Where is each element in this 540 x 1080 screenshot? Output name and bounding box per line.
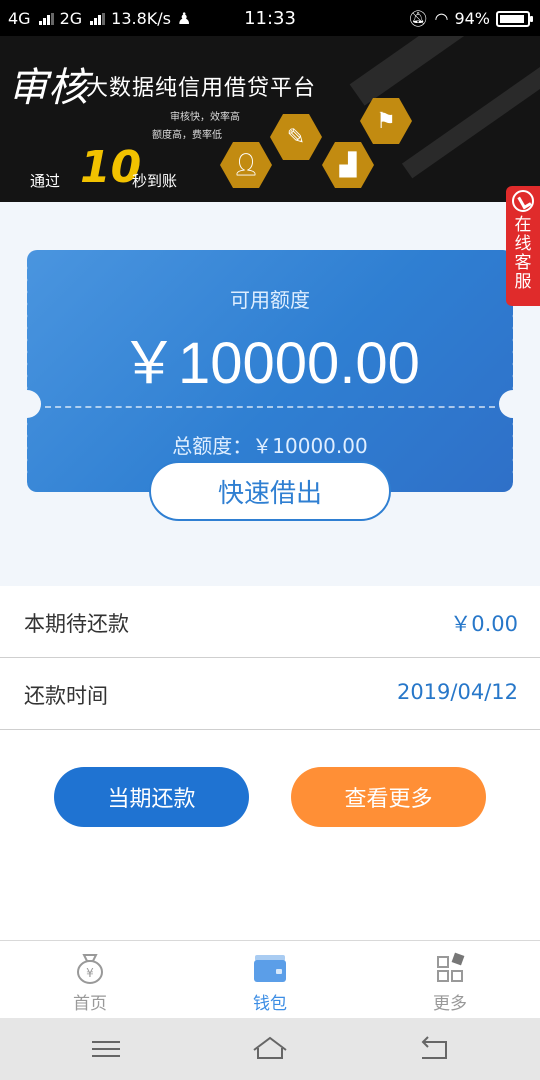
tab-wallet[interactable]: 钱包 [180, 941, 360, 1019]
wallet-icon [254, 955, 286, 982]
flag-icon: ⚑ [360, 98, 412, 144]
mute-icon: 🔕︎ [408, 9, 429, 28]
user-icon: 👤︎ [220, 142, 272, 188]
tab-more-label: 更多 [433, 994, 467, 1014]
tab-home[interactable]: ¥ 首页 [0, 941, 180, 1019]
credit-card: 可用额度 ￥10000.00 总额度：￥10000.00 [27, 250, 513, 492]
tab-home-label: 首页 [73, 994, 107, 1014]
status-bar: 4G 2G 13.8K/s ♟ 11:33 🔕︎ ◠ 94% [0, 0, 540, 36]
quick-borrow-button[interactable]: 快速借出 [149, 461, 391, 521]
phone-icon [512, 190, 534, 212]
battery-icon [496, 10, 533, 27]
due-date-label: 还款时间 [24, 684, 108, 708]
wifi-icon: ◠ [434, 9, 449, 28]
tab-bar: ¥ 首页 钱包 更多 [0, 940, 540, 1018]
back-icon[interactable] [414, 1032, 454, 1066]
tab-more[interactable]: 更多 [360, 941, 540, 1019]
banner-slogan-prefix: 通过 [30, 172, 61, 190]
banner-calligraphy: 审核 [8, 65, 88, 111]
banner-feature-1: 审核快，效率高 [170, 112, 240, 123]
battery-percent: 94% [454, 9, 490, 28]
due-date-row: 还款时间 2019/04/12 [0, 658, 540, 730]
chart-icon: ▟ [322, 142, 374, 188]
menu-icon[interactable] [86, 1032, 126, 1066]
edit-icon: ✎ [270, 114, 322, 160]
banner-slogan-suffix: 秒到账 [132, 172, 178, 190]
repay-button[interactable]: 当期还款 [54, 767, 249, 827]
card-divider [45, 406, 495, 408]
system-nav-bar [0, 1018, 540, 1080]
banner-feature-2: 额度高，费率低 [152, 130, 222, 141]
due-date-value: 2019/04/12 [396, 680, 518, 704]
available-credit-label: 可用额度 [230, 288, 310, 312]
promo-banner[interactable]: 审核 大数据纯信用借贷平台 审核快，效率高 额度高，费率低 通过 10 秒到账 … [0, 36, 540, 202]
banner-title: 大数据纯信用借贷平台 [86, 76, 317, 101]
current-due-row: 本期待还款 ￥0.00 [0, 586, 540, 658]
total-credit: 总额度：￥10000.00 [172, 434, 368, 458]
grid-icon [437, 952, 465, 982]
view-more-button[interactable]: 查看更多 [291, 767, 486, 827]
online-service-button[interactable]: 在 线 客 服 [506, 186, 540, 306]
current-due-label: 本期待还款 [24, 612, 129, 636]
svg-text:¥: ¥ [86, 966, 94, 980]
credit-section: 可用额度 ￥10000.00 总额度：￥10000.00 快速借出 [0, 202, 540, 586]
tab-wallet-label: 钱包 [253, 994, 287, 1014]
current-due-value: ￥0.00 [450, 612, 518, 636]
home-icon[interactable] [250, 1032, 290, 1066]
money-bag-icon: ¥ [77, 954, 103, 984]
available-credit-amount: ￥10000.00 [120, 331, 420, 396]
